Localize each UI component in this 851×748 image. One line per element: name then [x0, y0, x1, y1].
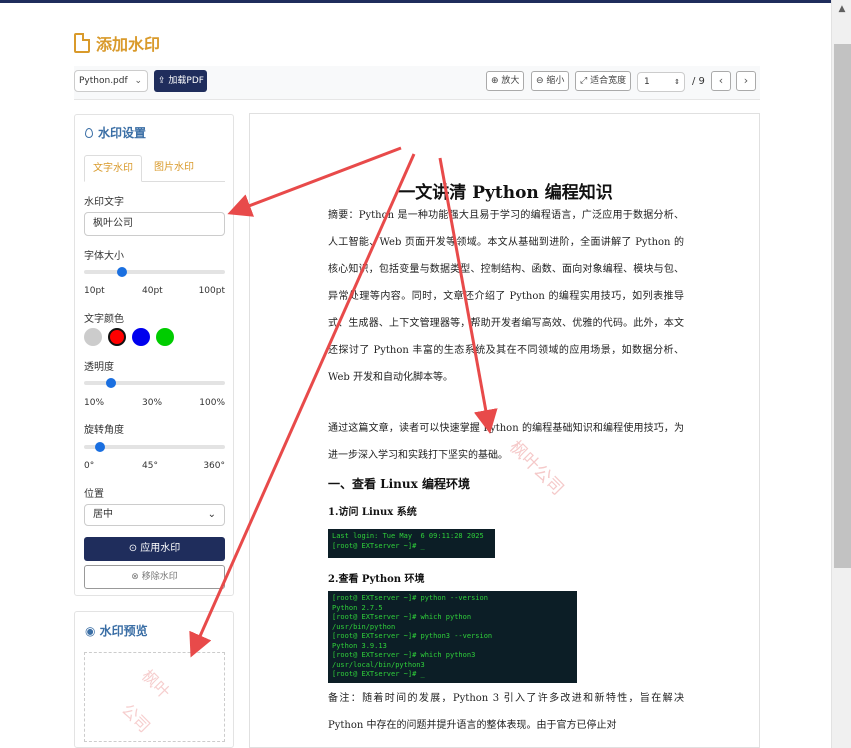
position-value: 居中 — [93, 509, 113, 520]
check-circle-icon: ⊙ — [128, 543, 141, 554]
tick-label: 100% — [199, 398, 225, 408]
terminal-screenshot: [root@ EXTserver ~]# python --version Py… — [328, 591, 577, 683]
settings-title: 水印设置 — [85, 124, 146, 141]
fit-width-button[interactable]: ⤢ 适合宽度 — [575, 71, 632, 91]
rotation-ticks: 0° 45° 360° — [84, 461, 225, 473]
tick-label: 10% — [84, 398, 105, 408]
opacity-slider-handle[interactable] — [105, 378, 116, 388]
preview-area: 枫叶 公司 — [84, 652, 225, 742]
doc-section-heading: 一、查看 Linux 编程环境 — [328, 477, 470, 491]
text-color-label: 文字颜色 — [84, 314, 124, 325]
stepper-icon: ⇕ — [674, 78, 680, 86]
zoom-out-button[interactable]: ⊖ 缩小 — [531, 71, 570, 91]
color-swatch[interactable] — [108, 328, 126, 346]
tick-label: 45° — [142, 461, 158, 471]
text-label: 水印文字 — [84, 197, 124, 208]
preview-title: ◉ 水印预览 — [85, 622, 148, 639]
viewer-toolbar: Python.pdf ⌄ ⇪ 加载PDF ⊕ 放大 ⊖ 缩小 ⤢ 适合宽度 1 ⇕ … — [74, 66, 760, 100]
watermark-settings-panel: 水印设置 文字水印 图片水印 水印文字 枫叶公司 字体大小 10pt 40pt … — [74, 114, 234, 596]
chevron-down-icon: ⌄ — [134, 76, 142, 86]
preview-title-text: 水印预览 — [99, 624, 148, 638]
chevron-left-icon: ‹ — [718, 74, 724, 87]
next-page-button[interactable]: › — [736, 71, 756, 91]
scroll-up-icon[interactable]: ▲ — [832, 2, 851, 16]
settings-title-text: 水印设置 — [98, 126, 147, 140]
chevron-right-icon: › — [743, 74, 749, 87]
fit-width-label: 适合宽度 — [590, 76, 627, 86]
font-size-ticks: 10pt 40pt 100pt — [84, 286, 225, 298]
pdf-viewer[interactable]: 一文讲清 Python 编程知识 摘要：Python 是一种功能强大且易于学习的… — [249, 113, 760, 748]
opacity-ticks: 10% 30% 100% — [84, 398, 225, 410]
scrollbar-thumb[interactable] — [834, 44, 851, 568]
remove-watermark-button[interactable]: ⊗ 移除水印 — [84, 565, 225, 589]
apply-watermark-label: 应用水印 — [140, 543, 181, 554]
zoom-out-icon: ⊖ — [536, 76, 547, 86]
upload-icon: ⇪ — [158, 76, 169, 86]
position-label: 位置 — [84, 489, 104, 500]
tick-label: 40pt — [142, 286, 163, 296]
doc-title: 一文讲清 Python 编程知识 — [398, 183, 613, 203]
window-top-border — [0, 0, 851, 3]
color-swatch[interactable] — [156, 328, 174, 346]
color-swatch[interactable] — [132, 328, 150, 346]
window-scrollbar[interactable]: ▲ — [831, 0, 851, 748]
tick-label: 360° — [203, 461, 225, 471]
doc-intro: 通过这篇文章，读者可以快速掌握 Python 的编程基础知识和编程使用技巧，为进… — [328, 423, 684, 461]
tick-label: 10pt — [84, 286, 105, 296]
tab-image-watermark[interactable]: 图片水印 — [146, 155, 202, 182]
preview-watermark-text: 公司 — [117, 700, 154, 737]
load-pdf-label: 加载PDF — [168, 76, 204, 86]
page-number-value: 1 — [644, 77, 650, 87]
position-select[interactable]: 居中 ⌄ — [84, 504, 225, 526]
tab-text-watermark[interactable]: 文字水印 — [84, 155, 142, 182]
preview-watermark-text: 枫叶 — [137, 666, 174, 703]
pdf-icon — [74, 33, 90, 53]
color-swatch[interactable] — [84, 328, 102, 346]
x-circle-icon: ⊗ — [131, 572, 142, 582]
zoom-out-label: 缩小 — [546, 76, 565, 86]
eye-icon: ◉ — [85, 624, 100, 638]
font-size-slider-handle[interactable] — [117, 267, 128, 277]
page-total: / 9 — [692, 76, 705, 87]
file-select[interactable]: Python.pdf ⌄ — [74, 70, 148, 92]
tick-label: 0° — [84, 461, 95, 471]
fit-width-icon: ⤢ — [580, 76, 591, 86]
prev-page-button[interactable]: ‹ — [711, 71, 731, 91]
doc-subheading: 2.查看 Python 环境 — [328, 574, 425, 585]
rotation-slider[interactable] — [84, 442, 225, 452]
remove-watermark-label: 移除水印 — [141, 572, 178, 582]
watermark-text-input[interactable]: 枫叶公司 — [84, 212, 225, 236]
doc-note: 备注：随着时间的发展，Python 3 引入了许多改进和新特性，旨在解决 Pyt… — [328, 693, 684, 731]
doc-subheading: 1.访问 Linux 系统 — [328, 507, 417, 518]
droplet-icon — [85, 128, 93, 138]
page-title: 添加水印 — [96, 35, 161, 54]
font-size-slider[interactable] — [84, 267, 225, 277]
zoom-in-icon: ⊕ — [491, 76, 502, 86]
page-header: 添加水印 — [74, 30, 160, 56]
chevron-down-icon: ⌄ — [207, 509, 216, 520]
zoom-in-button[interactable]: ⊕ 放大 — [486, 71, 525, 91]
rotation-slider-handle[interactable] — [94, 442, 105, 452]
tick-label: 100pt — [198, 286, 225, 296]
page-number-input[interactable]: 1 ⇕ — [637, 72, 685, 92]
rotation-label: 旋转角度 — [84, 425, 124, 436]
watermark-preview-panel: ◉ 水印预览 枫叶 公司 — [74, 611, 234, 748]
apply-watermark-button[interactable]: ⊙ 应用水印 — [84, 537, 225, 561]
opacity-label: 透明度 — [84, 362, 114, 373]
font-size-label: 字体大小 — [84, 251, 124, 262]
zoom-in-label: 放大 — [501, 76, 520, 86]
tick-label: 30% — [142, 398, 163, 408]
file-select-value: Python.pdf — [79, 76, 128, 86]
terminal-screenshot: Last login: Tue May 6 09:11:28 2025 [roo… — [328, 529, 495, 558]
load-pdf-button[interactable]: ⇪ 加载PDF — [154, 70, 207, 92]
watermark-tabs: 文字水印 图片水印 — [84, 155, 225, 182]
doc-abstract: 摘要：Python 是一种功能强大且易于学习的编程语言，广泛应用于数据分析、人工… — [328, 210, 684, 383]
opacity-slider[interactable] — [84, 378, 225, 388]
